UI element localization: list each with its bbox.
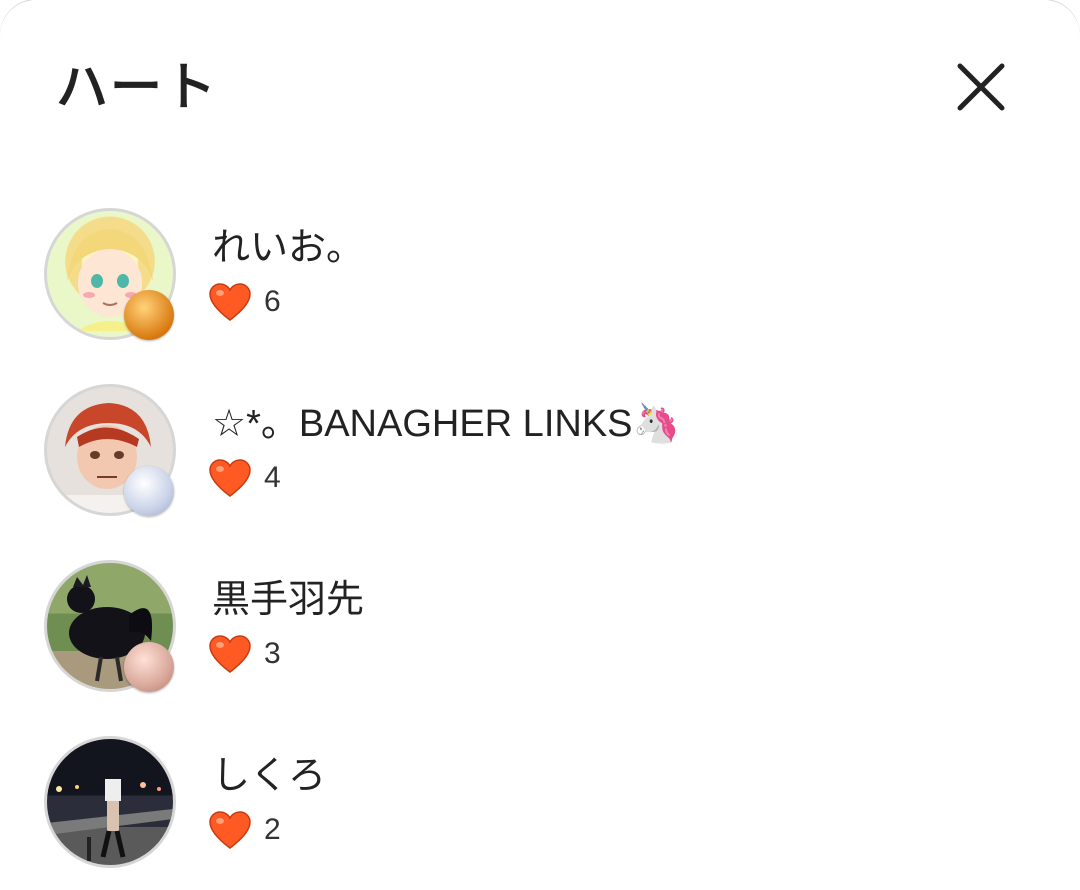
user-name[interactable]: ☆*。BANAGHER LINKS🦄 — [212, 400, 680, 448]
list-item[interactable]: 黒手羽先 3 — [0, 552, 1080, 728]
heart-count-value: 6 — [264, 285, 281, 318]
heart-count-value: 3 — [264, 637, 281, 670]
heart-icon — [209, 459, 251, 497]
heart-icon — [209, 811, 251, 849]
user-name[interactable]: れいお。 — [212, 224, 364, 272]
heart-count: 4 — [208, 456, 281, 500]
heart-count-value: 4 — [264, 461, 281, 494]
avatar[interactable] — [44, 736, 176, 868]
heart-icon — [209, 283, 251, 321]
heart-icon — [209, 635, 251, 673]
avatar-illustration — [47, 779, 173, 861]
heart-count: 6 — [208, 280, 281, 324]
heart-count: 2 — [208, 808, 281, 852]
wing-badge-icon — [124, 466, 174, 516]
hearts-sheet: ハート れいお。 6 ☆*。BANAGHER LINKS🦄 4 黒手羽先 3 し… — [0, 0, 1080, 890]
close-button[interactable] — [950, 56, 1012, 118]
list-item[interactable]: しくろ 2 — [0, 728, 1080, 890]
wing-badge-icon — [124, 290, 174, 340]
list-item[interactable]: ☆*。BANAGHER LINKS🦄 4 — [0, 376, 1080, 552]
heart-count: 3 — [208, 632, 281, 676]
sheet-title: ハート — [56, 59, 219, 117]
list-item[interactable]: れいお。 6 — [0, 200, 1080, 376]
wing-badge-icon — [124, 642, 174, 692]
close-icon — [957, 63, 1005, 111]
user-name[interactable]: しくろ — [212, 752, 326, 800]
heart-count-value: 2 — [264, 813, 281, 846]
user-name[interactable]: 黒手羽先 — [212, 576, 364, 624]
